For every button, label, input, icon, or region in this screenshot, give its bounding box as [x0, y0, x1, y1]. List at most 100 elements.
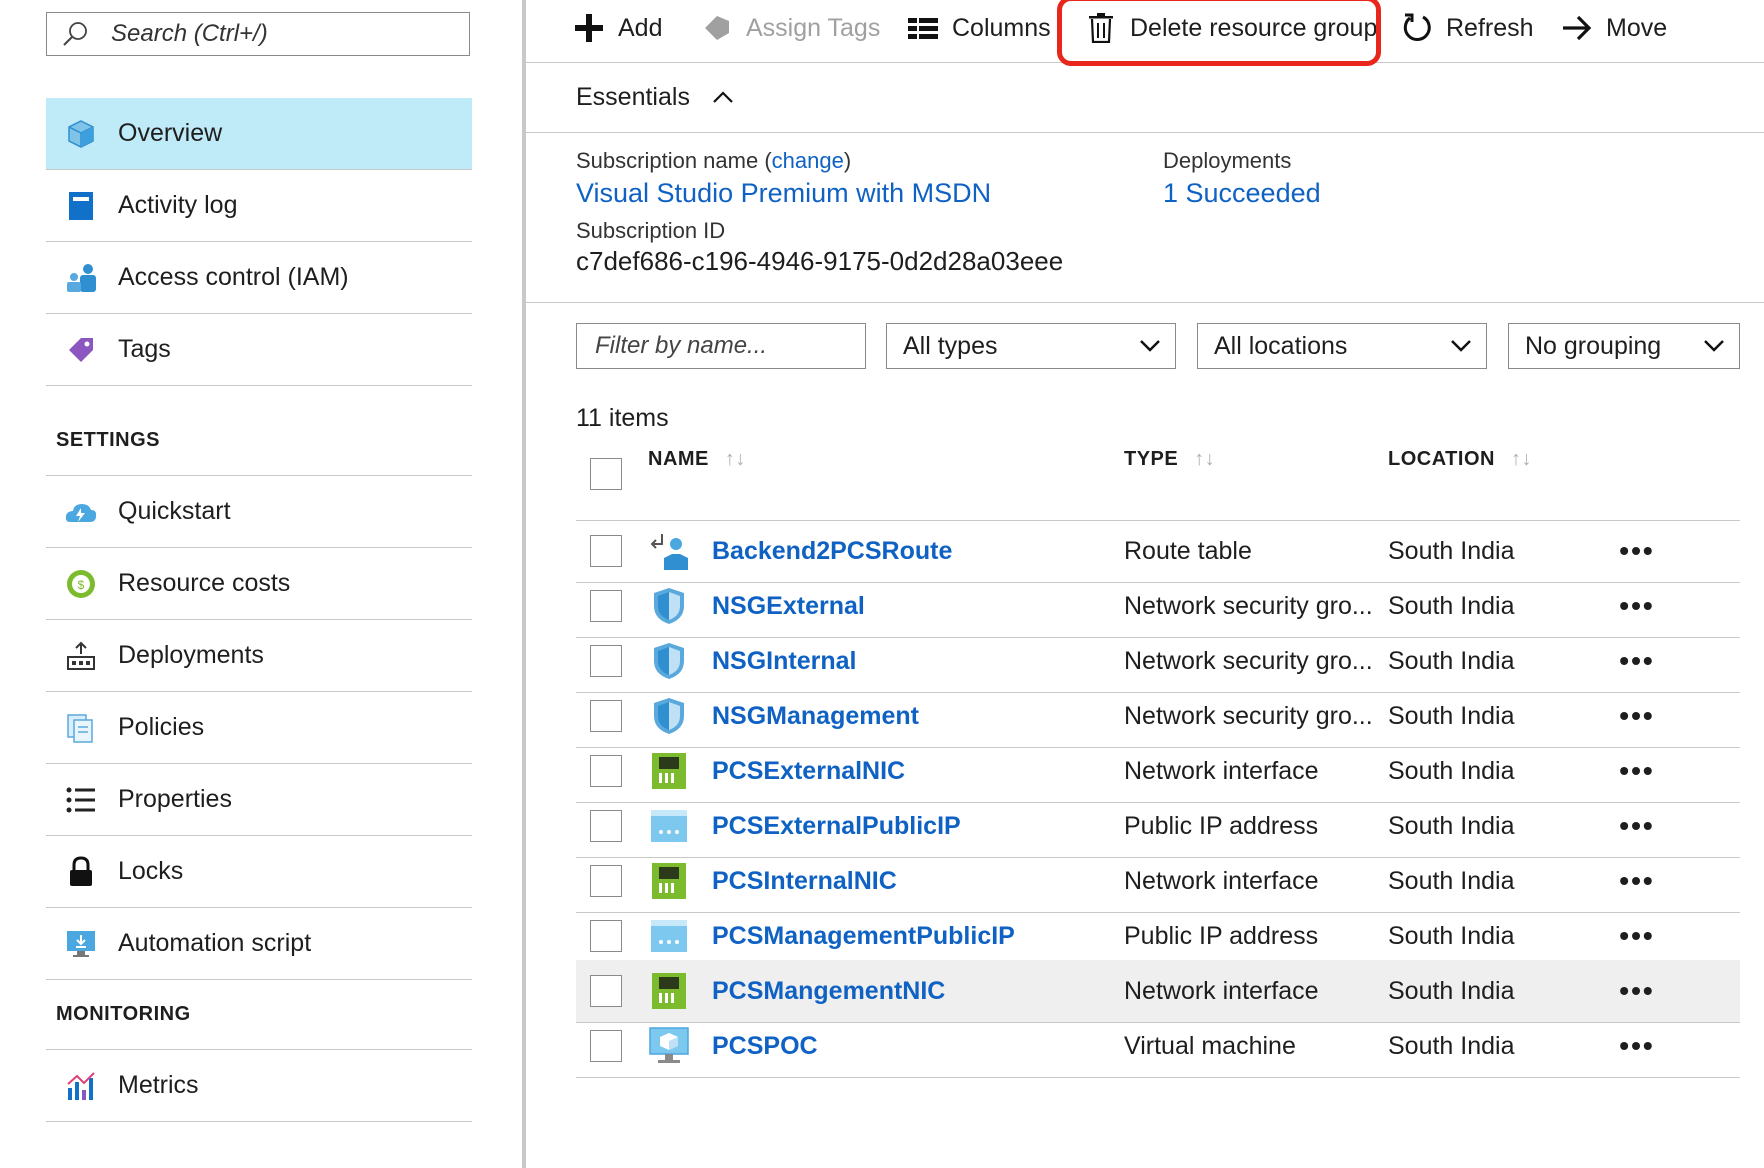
more-options-button[interactable]: ••• [1612, 850, 1662, 912]
sidebar-item-metrics[interactable]: Metrics [46, 1050, 472, 1122]
resource-name-link[interactable]: Backend2PCSRoute [712, 520, 952, 582]
sidebar-item-label: Policies [118, 713, 205, 741]
resource-name-link[interactable]: PCSExternalPublicIP [712, 795, 961, 857]
svg-text:$: $ [78, 578, 85, 592]
refresh-button-label: Refresh [1446, 13, 1534, 42]
nic-icon [648, 970, 690, 1012]
more-options-button[interactable]: ••• [1612, 575, 1662, 637]
sidebar-item-activity-log[interactable]: Activity log [46, 170, 472, 242]
tag-icon [64, 333, 98, 367]
resource-location: South India [1388, 591, 1515, 620]
table-row[interactable]: NSGInternal Network security gro... South … [576, 630, 1740, 693]
sidebar-item-label: Locks [118, 857, 184, 885]
sidebar-item-label: Quickstart [118, 497, 231, 525]
change-paren-open: ( [764, 148, 772, 173]
sidebar-item-automation-script[interactable]: Automation script [46, 908, 472, 980]
sidebar-item-deployments[interactable]: Deployments [46, 620, 472, 692]
resource-name-link[interactable]: NSGInternal [712, 630, 856, 692]
filter-by-name-input[interactable] [593, 331, 857, 361]
table-row[interactable]: Backend2PCSRoute Route table South India ••… [576, 520, 1740, 583]
shield-icon [648, 695, 690, 737]
resource-type: Network interface [1124, 976, 1319, 1005]
resource-name-link[interactable]: PCSManagementPublicIP [712, 905, 1015, 967]
cloud-bolt-icon [64, 495, 98, 529]
row-checkbox[interactable] [590, 920, 622, 952]
table-row[interactable]: PCSExternalPublicIP Public IP address Sout… [576, 795, 1740, 858]
sidebar-item-properties[interactable]: Properties [46, 764, 472, 836]
types-dropdown[interactable]: All types [886, 323, 1176, 369]
more-options-button[interactable]: ••• [1612, 905, 1662, 967]
table-row[interactable]: NSGExternal Network security gro... South … [576, 575, 1740, 638]
resource-name-link[interactable]: PCSPOC [712, 1015, 818, 1077]
resource-type: Network security gro... [1124, 591, 1373, 620]
column-header-name-label: NAME [648, 447, 709, 470]
move-button-label: Move [1606, 13, 1668, 42]
metrics-icon [64, 1069, 98, 1103]
more-options-button[interactable]: ••• [1612, 1015, 1662, 1077]
resource-type: Public IP address [1124, 921, 1319, 950]
table-row[interactable]: PCSInternalNIC Network interface South Ind… [576, 850, 1740, 913]
more-options-button[interactable]: ••• [1612, 520, 1662, 582]
row-checkbox[interactable] [590, 645, 622, 677]
resource-name-link[interactable]: PCSExternalNIC [712, 740, 905, 802]
columns-button[interactable]: Columns [906, 8, 1051, 48]
resource-location: South India [1388, 811, 1515, 840]
grouping-dropdown[interactable]: No grouping [1508, 323, 1740, 369]
sidebar-item-policies[interactable]: Policies [46, 692, 472, 764]
row-checkbox[interactable] [590, 535, 622, 567]
more-options-button[interactable]: ••• [1612, 630, 1662, 692]
sidebar-item-tags[interactable]: Tags [46, 314, 472, 386]
cost-icon: $ [64, 567, 98, 601]
row-checkbox[interactable] [590, 590, 622, 622]
resource-name-link[interactable]: PCSInternalNIC [712, 850, 897, 912]
sidebar-search-input[interactable] [109, 19, 443, 49]
column-header-name[interactable]: NAME ↑↓ [648, 424, 746, 494]
deployments-label: Deployments [1163, 148, 1292, 173]
row-checkbox[interactable] [590, 810, 622, 842]
sidebar-item-access-control[interactable]: Access control (IAM) [46, 242, 472, 314]
table-row[interactable]: PCSPOC Virtual machine South India ••• [576, 1015, 1740, 1078]
filter-by-name[interactable] [576, 323, 866, 369]
row-checkbox[interactable] [590, 975, 622, 1007]
table-row[interactable]: PCSManagementPublicIP Public IP address So… [576, 905, 1740, 968]
resource-name-link[interactable]: NSGManagement [712, 685, 919, 747]
public-ip-icon [648, 915, 690, 957]
essentials-toggle[interactable]: Essentials [526, 62, 1764, 133]
sidebar-item-label: Automation script [118, 929, 312, 957]
delete-resource-group-button[interactable]: Delete resource group [1084, 8, 1377, 48]
table-row[interactable]: PCSExternalNIC Network interface South Ind… [576, 740, 1740, 803]
locations-dropdown[interactable]: All locations [1197, 323, 1487, 369]
delete-resource-group-button-label: Delete resource group [1130, 13, 1378, 42]
subscription-name-link[interactable]: Visual Studio Premium with MSDN [576, 178, 991, 209]
sidebar-search[interactable] [46, 12, 470, 56]
sidebar-item-resource-costs[interactable]: $ Resource costs [46, 548, 472, 620]
deployments-succeeded-link[interactable]: 1 Succeeded [1163, 178, 1321, 209]
sidebar-item-quickstart[interactable]: Quickstart [46, 476, 472, 548]
sidebar-item-label: Access control (IAM) [118, 263, 349, 291]
move-button[interactable]: Move [1560, 8, 1667, 48]
add-button[interactable]: Add [572, 8, 662, 48]
column-header-type[interactable]: TYPE ↑↓ [1124, 424, 1215, 494]
row-checkbox[interactable] [590, 700, 622, 732]
resource-name-link[interactable]: NSGExternal [712, 575, 865, 637]
column-header-location[interactable]: LOCATION ↑↓ [1388, 424, 1532, 494]
change-subscription-link[interactable]: change [772, 148, 844, 173]
more-options-button[interactable]: ••• [1612, 740, 1662, 802]
row-checkbox[interactable] [590, 755, 622, 787]
table-row[interactable]: PCSMangementNIC Network interface South In… [576, 960, 1740, 1023]
row-checkbox[interactable] [590, 865, 622, 897]
more-options-button[interactable]: ••• [1612, 795, 1662, 857]
sidebar-item-locks[interactable]: Locks [46, 836, 472, 908]
assign-tags-button[interactable]: Assign Tags [700, 8, 880, 48]
row-checkbox[interactable] [590, 1030, 622, 1062]
refresh-button[interactable]: Refresh [1400, 8, 1534, 48]
select-all-checkbox[interactable] [590, 458, 622, 490]
table-row[interactable]: NSGManagement Network security gro... Sout… [576, 685, 1740, 748]
command-bar: Add Assign Tags Columns Delete resource … [526, 0, 1764, 66]
sidebar-item-overview[interactable]: Overview [46, 98, 472, 170]
properties-icon [64, 783, 98, 817]
more-options-button[interactable]: ••• [1612, 960, 1662, 1022]
resource-name-link[interactable]: PCSMangementNIC [712, 960, 945, 1022]
more-options-button[interactable]: ••• [1612, 685, 1662, 747]
add-button-label: Add [618, 13, 663, 42]
